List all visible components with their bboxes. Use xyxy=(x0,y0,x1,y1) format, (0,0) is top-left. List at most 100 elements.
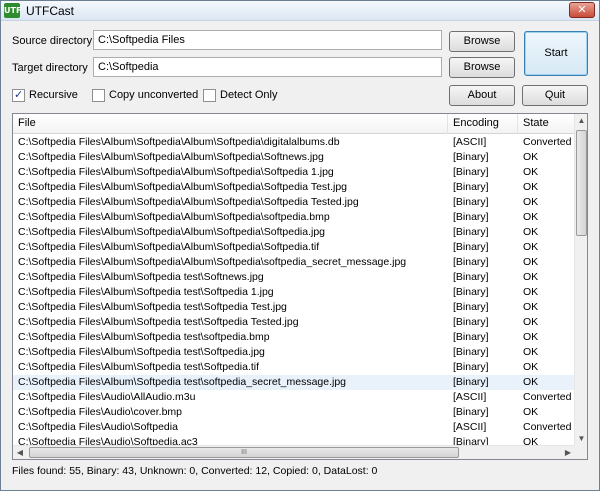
recursive-checkbox[interactable]: Recursive xyxy=(12,88,78,102)
encoding-cell: [Binary] xyxy=(453,361,489,373)
browse-target-button[interactable]: Browse xyxy=(449,57,515,78)
state-cell: OK xyxy=(523,256,539,268)
source-directory-field[interactable]: C:\Softpedia Files xyxy=(93,30,442,50)
state-cell: OK xyxy=(523,241,539,253)
scroll-left-icon[interactable]: ◀ xyxy=(13,446,27,459)
table-row[interactable]: C:\Softpedia Files\Album\Softpedia test\… xyxy=(13,315,575,330)
table-row[interactable]: C:\Softpedia Files\Album\Softpedia\Album… xyxy=(13,165,575,180)
state-cell: OK xyxy=(523,406,539,418)
list-rows: C:\Softpedia Files\Album\Softpedia\Album… xyxy=(13,135,575,450)
table-row[interactable]: C:\Softpedia Files\Album\Softpedia\Album… xyxy=(13,180,575,195)
table-row[interactable]: C:\Softpedia Files\Album\Softpedia\Album… xyxy=(13,195,575,210)
table-row[interactable]: C:\Softpedia Files\Album\Softpedia test\… xyxy=(13,345,575,360)
encoding-cell: [Binary] xyxy=(453,286,489,298)
file-cell: C:\Softpedia Files\Album\Softpedia test\… xyxy=(18,301,287,313)
about-button[interactable]: About xyxy=(449,85,515,106)
copy-unconverted-checkbox[interactable]: Copy unconverted xyxy=(92,88,198,102)
state-cell: OK xyxy=(523,331,539,343)
window-title: UTFCast xyxy=(26,4,74,18)
file-cell: C:\Softpedia Files\Album\Softpedia\Album… xyxy=(18,166,334,178)
column-header-encoding[interactable]: Encoding xyxy=(448,114,518,134)
state-cell: OK xyxy=(523,151,539,163)
encoding-cell: [Binary] xyxy=(453,181,489,193)
file-cell: C:\Softpedia Files\Album\Softpedia test\… xyxy=(18,286,274,298)
scroll-up-icon[interactable]: ▲ xyxy=(575,114,587,128)
main-window: UTF UTFCast ✕ Source directory C:\Softpe… xyxy=(0,0,600,491)
table-row[interactable]: C:\Softpedia Files\Album\Softpedia\Album… xyxy=(13,210,575,225)
state-cell: OK xyxy=(523,301,539,313)
encoding-cell: [ASCII] xyxy=(453,391,487,403)
table-row[interactable]: C:\Softpedia Files\Album\Softpedia test\… xyxy=(13,270,575,285)
target-directory-label: Target directory xyxy=(12,62,88,74)
file-cell: C:\Softpedia Files\Album\Softpedia test\… xyxy=(18,376,347,388)
state-cell: OK xyxy=(523,181,539,193)
state-cell: OK xyxy=(523,211,539,223)
vertical-scroll-thumb[interactable] xyxy=(576,130,587,236)
browse-source-button[interactable]: Browse xyxy=(449,31,515,52)
state-cell: OK xyxy=(523,226,539,238)
encoding-cell: [ASCII] xyxy=(453,136,487,148)
file-cell: C:\Softpedia Files\Audio\Softpedia xyxy=(18,421,178,433)
title-bar[interactable]: UTF UTFCast ✕ xyxy=(1,1,599,21)
app-icon: UTF xyxy=(4,3,21,18)
file-cell: C:\Softpedia Files\Audio\AllAudio.m3u xyxy=(18,391,196,403)
table-row[interactable]: C:\Softpedia Files\Album\Softpedia\Album… xyxy=(13,255,575,270)
encoding-cell: [Binary] xyxy=(453,166,489,178)
encoding-cell: [Binary] xyxy=(453,256,489,268)
encoding-cell: [Binary] xyxy=(453,376,489,388)
detect-only-checkbox[interactable]: Detect Only xyxy=(203,88,277,102)
table-row[interactable]: C:\Softpedia Files\Album\Softpedia\Album… xyxy=(13,135,575,150)
file-cell: C:\Softpedia Files\Album\Softpedia test\… xyxy=(18,361,260,373)
table-row[interactable]: C:\Softpedia Files\Album\Softpedia test\… xyxy=(13,330,575,345)
horizontal-scroll-thumb[interactable]: III xyxy=(29,447,459,458)
file-cell: C:\Softpedia Files\Album\Softpedia\Album… xyxy=(18,226,326,238)
horizontal-scrollbar[interactable]: ◀ III ▶ xyxy=(13,445,575,459)
file-list[interactable]: File Encoding State C:\Softpedia Files\A… xyxy=(12,113,588,460)
state-cell: OK xyxy=(523,196,539,208)
scroll-corner xyxy=(574,445,587,459)
table-row[interactable]: C:\Softpedia Files\Album\Softpedia test\… xyxy=(13,360,575,375)
recursive-check-icon xyxy=(12,88,25,102)
table-row[interactable]: C:\Softpedia Files\Album\Softpedia test\… xyxy=(13,375,575,390)
table-row[interactable]: C:\Softpedia Files\Audio\AllAudio.m3u [AS… xyxy=(13,390,575,405)
file-cell: C:\Softpedia Files\Album\Softpedia test\… xyxy=(18,331,270,343)
detect-only-label: Detect Only xyxy=(220,89,278,101)
encoding-cell: [Binary] xyxy=(453,316,489,328)
detect-only-box-icon xyxy=(203,88,216,102)
table-row[interactable]: C:\Softpedia Files\Album\Softpedia test\… xyxy=(13,300,575,315)
table-row[interactable]: C:\Softpedia Files\Audio\Softpedia [ASCII… xyxy=(13,420,575,435)
encoding-cell: [Binary] xyxy=(453,196,489,208)
state-cell: OK xyxy=(523,286,539,298)
state-cell: Converted xyxy=(523,421,572,433)
table-row[interactable]: C:\Softpedia Files\Album\Softpedia\Album… xyxy=(13,225,575,240)
table-row[interactable]: C:\Softpedia Files\Album\Softpedia test\… xyxy=(13,285,575,300)
column-header-file[interactable]: File xyxy=(13,114,448,134)
table-row[interactable]: C:\Softpedia Files\Album\Softpedia\Album… xyxy=(13,240,575,255)
encoding-cell: [Binary] xyxy=(453,271,489,283)
quit-button[interactable]: Quit xyxy=(522,85,588,106)
vertical-scrollbar[interactable]: ▲ ▼ xyxy=(574,114,587,446)
file-cell: C:\Softpedia Files\Audio\cover.bmp xyxy=(18,406,183,418)
target-directory-field[interactable]: C:\Softpedia xyxy=(93,57,442,77)
file-cell: C:\Softpedia Files\Album\Softpedia\Album… xyxy=(18,181,348,193)
scroll-right-icon[interactable]: ▶ xyxy=(561,446,575,459)
file-cell: C:\Softpedia Files\Album\Softpedia test\… xyxy=(18,346,265,358)
encoding-cell: [Binary] xyxy=(453,226,489,238)
scroll-down-icon[interactable]: ▼ xyxy=(575,432,587,446)
close-button[interactable]: ✕ xyxy=(569,2,595,18)
start-button[interactable]: Start xyxy=(524,31,588,76)
file-cell: C:\Softpedia Files\Album\Softpedia\Album… xyxy=(18,211,330,223)
state-cell: OK xyxy=(523,346,539,358)
encoding-cell: [Binary] xyxy=(453,301,489,313)
encoding-cell: [Binary] xyxy=(453,331,489,343)
table-row[interactable]: C:\Softpedia Files\Audio\cover.bmp [Binar… xyxy=(13,405,575,420)
table-row[interactable]: C:\Softpedia Files\Album\Softpedia\Album… xyxy=(13,150,575,165)
state-cell: OK xyxy=(523,316,539,328)
file-cell: C:\Softpedia Files\Album\Softpedia\Album… xyxy=(18,256,407,268)
column-header-state[interactable]: State xyxy=(518,114,575,134)
list-header: File Encoding State xyxy=(13,114,575,134)
state-cell: OK xyxy=(523,271,539,283)
status-bar: Files found: 55, Binary: 43, Unknown: 0,… xyxy=(12,465,378,477)
file-cell: C:\Softpedia Files\Album\Softpedia\Album… xyxy=(18,196,359,208)
encoding-cell: [Binary] xyxy=(453,346,489,358)
